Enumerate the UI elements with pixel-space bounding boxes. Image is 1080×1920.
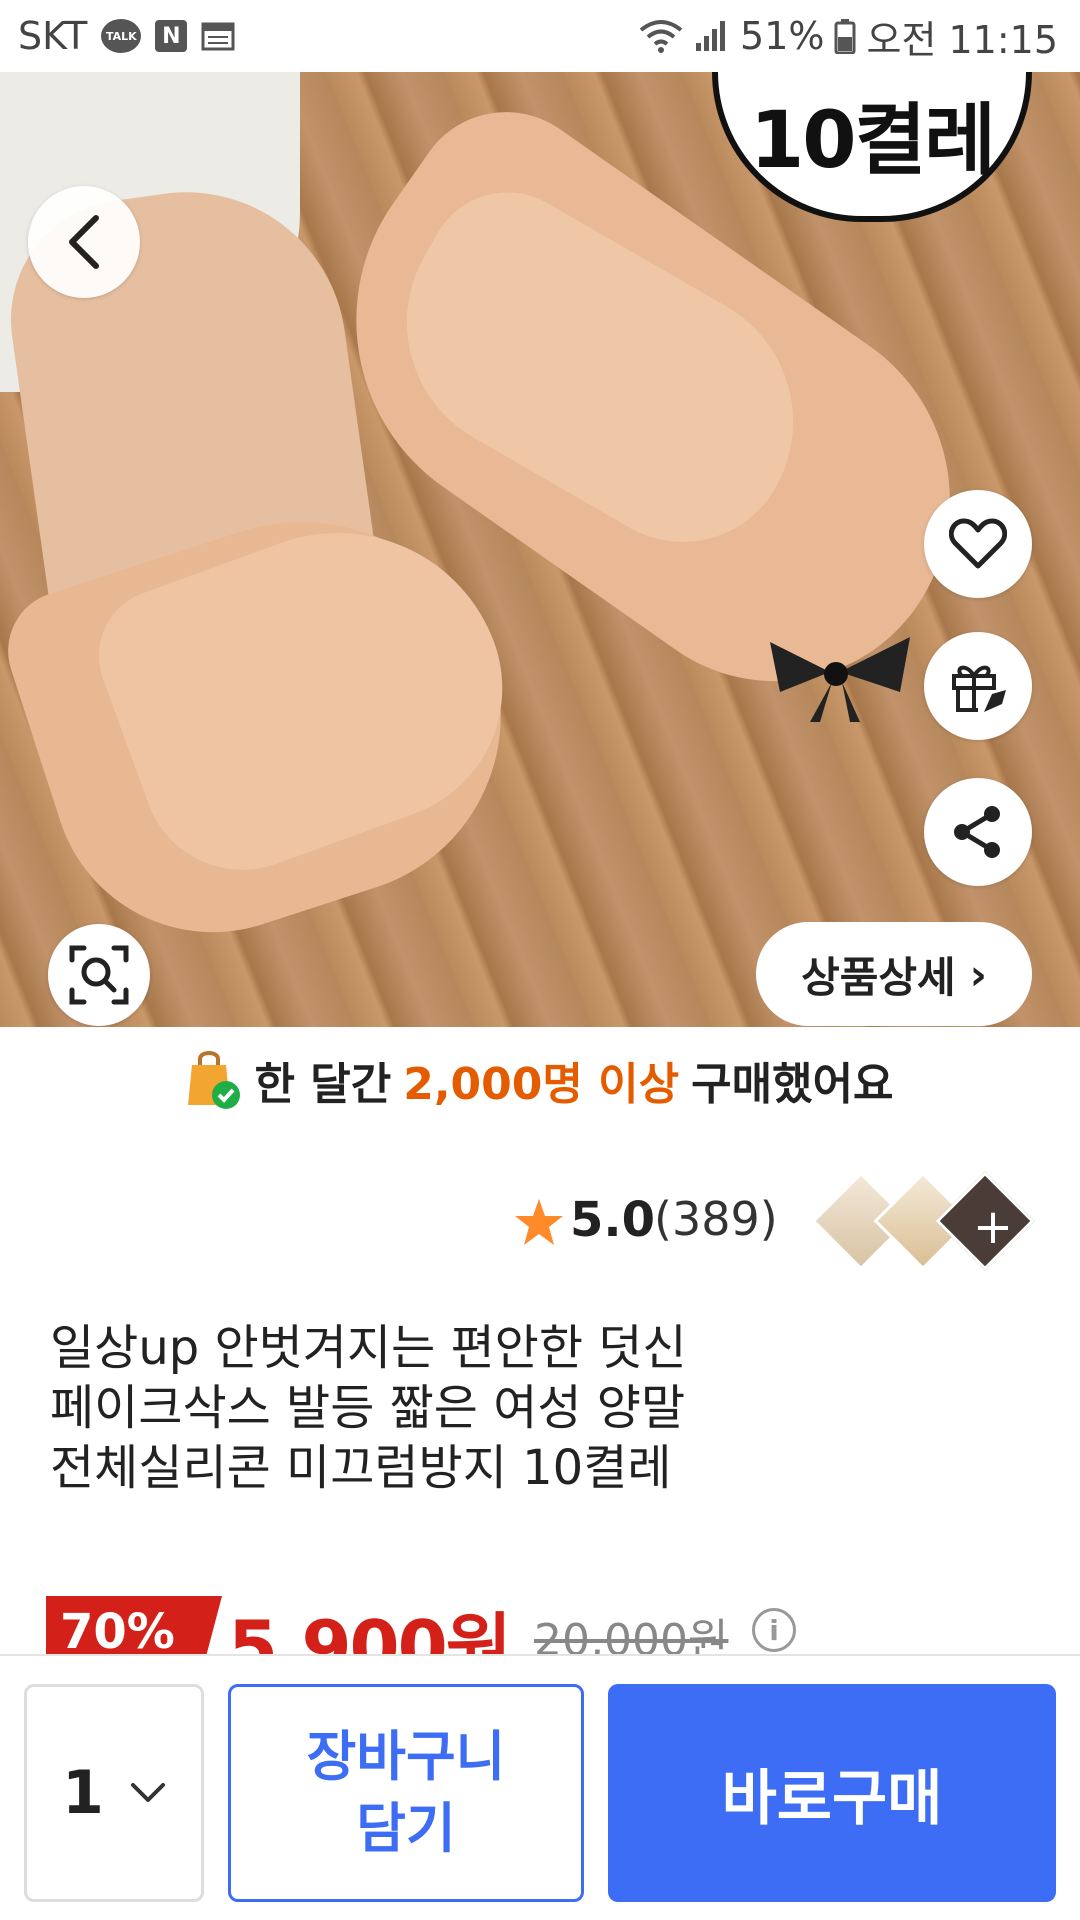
rating-score: 5.0 [570, 1192, 656, 1248]
plus-icon: + [972, 1199, 1014, 1255]
purchase-count-banner: 한 달간 2,000명 이상 구매했어요 [0, 1040, 1080, 1120]
naver-icon: N [155, 20, 188, 52]
image-search-icon [69, 945, 129, 1005]
kakaotalk-icon: TALK [101, 19, 142, 53]
info-icon[interactable]: i [752, 1608, 796, 1652]
quantity-select[interactable]: 1 [24, 1684, 204, 1902]
status-bar: SKT TALK N 51% 오전 11:15 [0, 0, 1080, 72]
title-line: 페이크삭스 발등 짧은 여성 양말 [50, 1380, 686, 1436]
back-button[interactable] [28, 186, 140, 298]
image-search-button[interactable] [48, 924, 150, 1026]
rating-row[interactable]: 5.0 (389) + [0, 1171, 1080, 1271]
wifi-icon [638, 18, 684, 54]
review-count: (389) [654, 1192, 778, 1246]
discount-badge: 70% [46, 1596, 222, 1656]
title-line: 전체실리콘 미끄럼방지 10켤레 [50, 1440, 672, 1496]
bow-decoration [770, 637, 910, 722]
battery-icon [834, 18, 856, 54]
status-left: SKT TALK N [18, 14, 235, 58]
product-title: 일상up 안벗겨지는 편안한 덧신 페이크삭스 발등 짧은 여성 양말 전체실리… [50, 1318, 850, 1498]
share-button[interactable] [924, 778, 1032, 886]
wishlist-button[interactable] [924, 490, 1032, 598]
pack-count-badge: 10켤레 [712, 72, 1032, 222]
chevron-right-icon: › [969, 949, 987, 999]
product-detail-button[interactable]: 상품상세 › [756, 922, 1032, 1026]
purchase-suffix: 구매했어요 [691, 1059, 894, 1110]
product-image-carousel[interactable]: 10켤레 상품상세 › [0, 72, 1080, 1027]
shopping-bag-check-icon [186, 1049, 242, 1111]
back-icon [69, 215, 99, 269]
product-detail-label: 상품상세 [801, 952, 956, 1002]
title-line: 일상up 안벗겨지는 편안한 덧신 [50, 1320, 687, 1376]
gift-rocket-icon [952, 665, 1006, 712]
share-icon [954, 806, 1000, 858]
bottom-action-bar: 1 장바구니 담기 바로구매 [0, 1654, 1080, 1920]
battery-percent: 51% [740, 14, 825, 58]
signal-icon [694, 19, 730, 53]
heart-icon [949, 518, 1007, 569]
add-to-cart-button[interactable]: 장바구니 담기 [228, 1684, 584, 1902]
original-price: 20,000원 [534, 1615, 729, 1656]
clock: 오전 11:15 [866, 17, 1058, 62]
chevron-down-icon [130, 1783, 165, 1802]
quantity-value: 1 [62, 1758, 104, 1828]
gift-button[interactable] [924, 632, 1032, 740]
buy-now-button[interactable]: 바로구매 [608, 1684, 1056, 1902]
carrier-label: SKT [18, 14, 88, 58]
purchase-prefix: 한 달간 [254, 1059, 392, 1110]
status-right: 51% 오전 11:15 [638, 9, 1058, 64]
news-icon [201, 21, 235, 51]
sale-price: 5,900원 [228, 1605, 512, 1656]
star-icon [515, 1199, 563, 1245]
price-row: 70% 5,900원 20,000원 i [46, 1590, 1046, 1656]
purchase-highlight: 2,000명 이상 [403, 1059, 680, 1110]
